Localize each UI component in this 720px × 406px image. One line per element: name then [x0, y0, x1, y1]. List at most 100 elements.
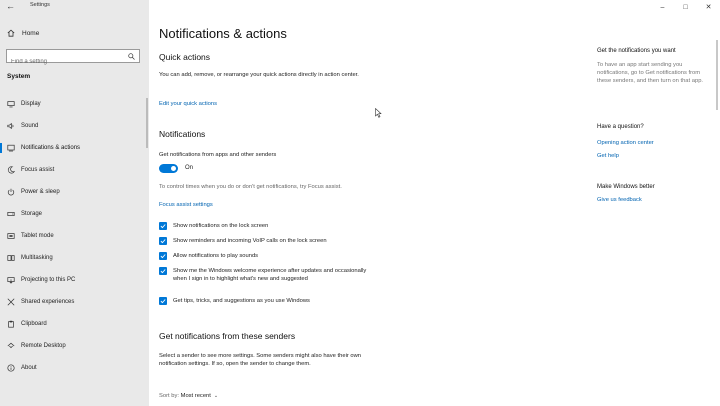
sort-label: Sort by: [159, 393, 179, 399]
give-feedback-link[interactable]: Give us feedback [597, 197, 642, 203]
home-nav-item[interactable]: Home [7, 27, 142, 39]
checkmark-icon [160, 239, 166, 244]
shared-icon [7, 298, 15, 306]
checkmark-icon [160, 269, 166, 274]
checkbox-label: Allow notifications to play sounds [173, 253, 259, 259]
sidebar-item-multitasking[interactable]: Multitasking [0, 249, 149, 267]
sidebar-item-tablet-mode[interactable]: Tablet mode [0, 227, 149, 245]
info-icon [7, 364, 15, 372]
chevron-down-icon[interactable]: ⌄ [214, 393, 218, 399]
checkbox-notification-sounds[interactable]: Allow notifications to play sounds [159, 252, 378, 260]
rail-want-heading: Get the notifications you want [597, 48, 676, 54]
sidebar-scrollbar[interactable] [146, 98, 148, 148]
checkbox[interactable] [159, 237, 167, 245]
checkbox-lock-screen-notifications[interactable]: Show notifications on the lock screen [159, 222, 378, 230]
search-box[interactable] [6, 49, 140, 68]
title-bar: ← Settings [0, 0, 149, 14]
notifications-toggle-caption: Get notifications from apps and other se… [159, 152, 277, 158]
app-title: Settings [30, 2, 50, 8]
sidebar-item-about[interactable]: About [0, 359, 149, 377]
sidebar-item-label: Clipboard [21, 321, 47, 327]
sidebar-item-sound[interactable]: Sound [0, 117, 149, 135]
quick-actions-description: You can add, remove, or rearrange your q… [159, 72, 359, 78]
checkbox-label: Show reminders and incoming VoIP calls o… [173, 238, 327, 244]
display-icon [7, 101, 15, 108]
sidebar-item-focus-assist[interactable]: Focus assist [0, 161, 149, 179]
checkbox[interactable] [159, 252, 167, 260]
checkbox-label: Show notifications on the lock screen [173, 223, 269, 229]
sidebar-item-power-sleep[interactable]: Power & sleep [0, 183, 149, 201]
power-icon [7, 188, 15, 196]
sidebar-item-label: Focus assist [21, 167, 55, 173]
minimize-button[interactable]: – [651, 0, 674, 14]
mouse-cursor-icon [375, 108, 382, 118]
sidebar: ← Settings Home System Display Sound Not… [0, 0, 149, 406]
window-controls: – □ ✕ [651, 0, 720, 14]
sidebar-item-storage[interactable]: Storage [0, 205, 149, 223]
sidebar-item-label: Tablet mode [21, 233, 54, 239]
projector-icon [7, 277, 15, 284]
clipboard-icon [8, 320, 14, 328]
rail-better-heading: Make Windows better [597, 184, 655, 190]
focus-assist-text: To control times when you do or don't ge… [159, 184, 342, 190]
page-title: Notifications & actions [159, 26, 287, 41]
sidebar-item-projecting[interactable]: Projecting to this PC [0, 271, 149, 289]
checkbox-tips-tricks[interactable]: Get tips, tricks, and suggestions as you… [159, 297, 378, 305]
sort-dropdown[interactable]: Sort by: Most recent ⌄ [159, 393, 218, 399]
sidebar-item-notifications[interactable]: Notifications & actions [0, 139, 149, 157]
speaker-icon [7, 122, 14, 130]
checkmark-icon [160, 254, 166, 259]
senders-heading: Get notifications from these senders [159, 331, 296, 341]
quick-actions-heading: Quick actions [159, 52, 211, 62]
checkbox-welcome-experience[interactable]: Show me the Windows welcome experience a… [159, 267, 378, 283]
checkbox-label: Show me the Windows welcome experience a… [173, 268, 367, 282]
sidebar-item-label: Multitasking [21, 255, 53, 261]
notifications-toggle[interactable] [159, 164, 178, 173]
sidebar-item-label: Display [21, 101, 41, 107]
storage-icon [7, 212, 15, 216]
home-icon [7, 29, 15, 37]
checkmark-icon [160, 299, 166, 304]
sidebar-item-label: Remote Desktop [21, 343, 66, 349]
get-help-link[interactable]: Get help [597, 153, 619, 159]
checkbox-lock-screen-reminders[interactable]: Show reminders and incoming VoIP calls o… [159, 237, 378, 245]
sidebar-item-label: Storage [21, 211, 43, 217]
toggle-state-label: On [185, 165, 194, 171]
sidebar-item-clipboard[interactable]: Clipboard [0, 315, 149, 333]
sidebar-item-display[interactable]: Display [0, 95, 149, 113]
sidebar-section-title: System [7, 73, 31, 80]
moon-icon [7, 166, 15, 174]
notifications-heading: Notifications [159, 129, 206, 139]
search-input[interactable] [7, 56, 123, 68]
senders-description: Select a sender to see more settings. So… [159, 353, 362, 367]
rail-question-heading: Have a question? [597, 124, 644, 130]
sort-value[interactable]: Most recent [181, 393, 211, 399]
back-arrow-icon[interactable]: ← [6, 1, 16, 12]
sidebar-item-label: Notifications & actions [21, 145, 81, 151]
checkbox[interactable] [159, 222, 167, 230]
sidebar-item-label: Shared experiences [21, 299, 75, 305]
opening-action-center-link[interactable]: Opening action center [597, 140, 654, 146]
checkbox-label: Get tips, tricks, and suggestions as you… [173, 298, 310, 304]
search-icon[interactable] [128, 53, 135, 60]
sidebar-item-remote-desktop[interactable]: Remote Desktop [0, 337, 149, 355]
sidebar-item-shared-experiences[interactable]: Shared experiences [0, 293, 149, 311]
rail-want-text: To have an app start sending you notific… [597, 62, 704, 84]
checkbox[interactable] [159, 297, 167, 305]
edit-quick-actions-link[interactable]: Edit your quick actions [159, 101, 217, 107]
notification-icon [7, 144, 15, 152]
main-scrollbar[interactable] [716, 40, 718, 110]
focus-assist-settings-link[interactable]: Focus assist settings [159, 202, 213, 208]
home-label: Home [22, 29, 40, 37]
sidebar-item-label: Power & sleep [21, 189, 60, 195]
checkmark-icon [160, 224, 166, 229]
multitasking-icon [7, 255, 15, 261]
maximize-button[interactable]: □ [674, 0, 697, 14]
checkbox[interactable] [159, 267, 167, 275]
close-button[interactable]: ✕ [697, 0, 720, 14]
remote-desktop-icon [7, 342, 15, 349]
sidebar-item-label: About [21, 365, 37, 371]
sidebar-item-label: Projecting to this PC [21, 277, 76, 283]
sidebar-item-label: Sound [21, 123, 39, 129]
tablet-icon [7, 233, 15, 239]
